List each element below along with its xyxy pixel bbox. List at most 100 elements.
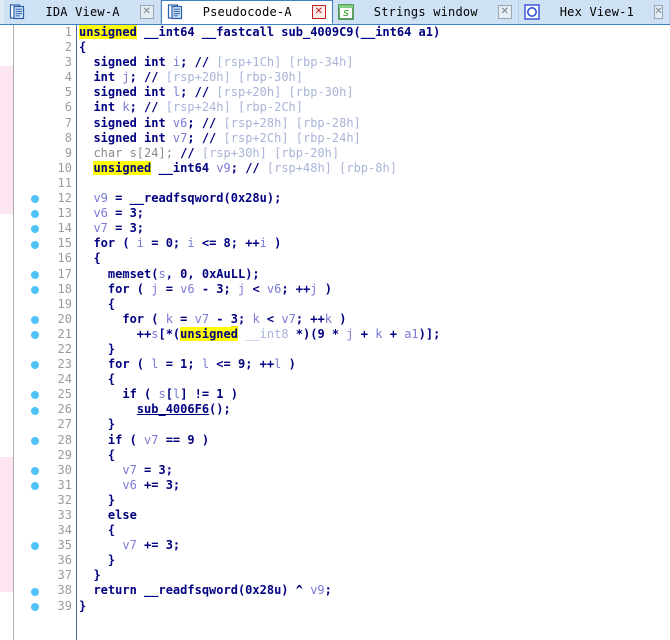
code-line[interactable]: 22 } (15, 342, 670, 357)
line-number: 31 (57, 477, 72, 492)
line-number: 15 (57, 236, 72, 251)
background-row: cmp [ (0, 322, 13, 336)
code-line[interactable]: 32 } (15, 493, 670, 508)
background-row: cmp [ (0, 403, 13, 417)
code-line[interactable]: 25 if ( s[l] != 1 ) (15, 387, 670, 402)
line-number: 39 (57, 598, 72, 613)
background-row: mov r (0, 25, 13, 39)
code-line[interactable]: 30 v7 = 3; (15, 463, 670, 478)
code-line[interactable]: 31 v6 += 3; (15, 478, 670, 493)
line-text: char s[24]; // [rsp+30h] [rbp-20h] (79, 145, 340, 160)
line-number: 21 (57, 326, 72, 341)
line-number: 4 (64, 70, 72, 85)
tab-label: Strings window (373, 5, 478, 19)
line-number: 26 (57, 402, 72, 417)
background-window-rows: mov rcmp [jz lmov rcmp [jz lmov rcmp [jz… (0, 25, 13, 633)
line-number: 8 (64, 130, 72, 145)
code-line[interactable]: 10 unsigned __int64 v9; // [rsp+48h] [rb… (15, 160, 670, 176)
background-row: cmp [ (0, 119, 13, 133)
tab-strings-window[interactable]: s Strings window ✕ (332, 0, 519, 24)
line-number: 16 (57, 251, 72, 266)
background-row: cmp [ (0, 200, 13, 214)
code-line[interactable]: 11 (15, 176, 670, 191)
background-row: cmp [ (0, 443, 13, 457)
line-text: int k; // [rsp+24h] [rbp-2Ch] (79, 100, 304, 115)
code-line[interactable]: 12 v9 = __readfsqword(0x28u); (15, 191, 670, 206)
line-number: 35 (57, 538, 72, 553)
code-line[interactable]: 34 { (15, 523, 670, 538)
code-line[interactable]: 7 signed int v6; // [rsp+28h] [rbp-28h] (15, 116, 670, 131)
code-line[interactable]: 23 for ( l = 1; l <= 9; ++l ) (15, 357, 670, 372)
code-line[interactable]: 16 { (15, 251, 670, 266)
tab-ida-view-a[interactable]: IDA View-A ✕ (4, 0, 161, 24)
close-icon[interactable]: ✕ (311, 5, 326, 19)
line-number: 32 (57, 492, 72, 507)
code-line[interactable]: 5 signed int l; // [rsp+20h] [rbp-30h] (15, 85, 670, 100)
line-number: 19 (57, 296, 72, 311)
line-number: 23 (57, 357, 72, 372)
close-icon[interactable]: ✕ (497, 5, 512, 19)
line-number: 18 (57, 281, 72, 296)
background-row: jz l (0, 52, 13, 66)
code-line[interactable]: 3 signed int i; // [rsp+1Ch] [rbp-34h] (15, 55, 670, 70)
code-line[interactable]: 2{ (15, 40, 670, 55)
background-row: cmp [ (0, 605, 13, 619)
close-icon[interactable]: ✕ (654, 5, 663, 19)
code-line[interactable]: 9 char s[24]; // [rsp+30h] [rbp-20h] (15, 146, 670, 161)
code-line[interactable]: 14 v7 = 3; (15, 221, 670, 236)
code-line[interactable]: 1 unsigned __int64 __fastcall sub_4009C9(… (15, 25, 670, 40)
background-window-sliver[interactable]: mov rcmp [jz lmov rcmp [jz lmov rcmp [jz… (0, 25, 14, 640)
tab-label: IDA View-A (45, 5, 120, 19)
code-line[interactable]: 13 v6 = 3; (15, 206, 670, 221)
code-line[interactable]: 17 memset(s, 0, 0xAuLL); (15, 267, 670, 282)
background-row: cmp [ (0, 38, 13, 52)
code-line[interactable]: 29 { (15, 448, 670, 463)
code-line[interactable]: 39} (15, 599, 670, 614)
code-line[interactable]: 19 { (15, 297, 670, 312)
background-row: jz l (0, 416, 13, 430)
code-line[interactable]: 4 int j; // [rsp+20h] [rbp-30h] (15, 70, 670, 85)
line-text: sub_4006F6(); (136, 402, 231, 417)
code-line[interactable]: 8 signed int v7; // [rsp+2Ch] [rbp-24h] (15, 131, 670, 146)
line-number: 7 (64, 115, 72, 130)
line-number: 2 (64, 40, 72, 55)
code-line[interactable]: 24 { (15, 372, 670, 387)
code-line[interactable]: 20 for ( k = v7 - 3; k < v7; ++k ) (15, 311, 670, 328)
code-line[interactable]: 33 else (15, 508, 670, 523)
background-row: mov r (0, 268, 13, 282)
background-row: mov r (0, 187, 13, 201)
close-icon[interactable]: ✕ (139, 5, 154, 19)
line-number: 12 (57, 191, 72, 206)
background-row: cmp [ (0, 362, 13, 376)
code-line[interactable]: 26 sub_4006F6(); (15, 402, 670, 417)
background-row: jz l (0, 376, 13, 390)
background-row: jz l (0, 92, 13, 106)
code-line[interactable]: 38 return __readfsqword(0x28u) ^ v9; (15, 583, 670, 598)
background-row: cmp [ (0, 524, 13, 538)
code-line[interactable]: 15 for ( i = 0; i <= 8; ++i ) (15, 236, 670, 251)
background-row: mov r (0, 389, 13, 403)
tab-label: Pseudocode-A (202, 5, 292, 19)
code-line[interactable]: 37 } (15, 568, 670, 583)
line-text: return __readfsqword(0x28u) ^ v9; (79, 583, 332, 598)
document-blue-icon (9, 4, 25, 20)
code-line[interactable]: 18 for ( j = v6 - 3; j < v6; ++j ) (15, 282, 670, 297)
line-text: { (79, 523, 116, 538)
line-text: memset(s, 0, 0xAuLL); (79, 266, 260, 281)
line-text: if ( v7 == 9 ) (79, 432, 210, 447)
line-text: v7 = 3; (122, 462, 173, 477)
hex-circle-icon (524, 4, 540, 20)
code-line[interactable]: 35 v7 += 3; (15, 538, 670, 553)
tab-hex-view-1[interactable]: Hex View-1 ✕ (518, 0, 670, 24)
code-line[interactable]: 36 } (15, 553, 670, 568)
background-row: mov r (0, 106, 13, 120)
code-line[interactable]: 6 int k; // [rsp+24h] [rbp-2Ch] (15, 100, 670, 115)
background-row: cmp [ (0, 484, 13, 498)
line-text: } (79, 598, 87, 613)
pseudocode-text-area[interactable]: 1 unsigned __int64 __fastcall sub_4009C9(… (15, 25, 670, 640)
code-line[interactable]: 21 ++s[*(unsigned __int8 *)(9 * j + k + … (15, 326, 670, 342)
code-line[interactable]: 28 if ( v7 == 9 ) (15, 433, 670, 448)
tab-pseudocode-a[interactable]: Pseudocode-A ✕ (160, 0, 333, 24)
tab-label: Hex View-1 (559, 5, 634, 19)
code-line[interactable]: 27 } (15, 417, 670, 432)
